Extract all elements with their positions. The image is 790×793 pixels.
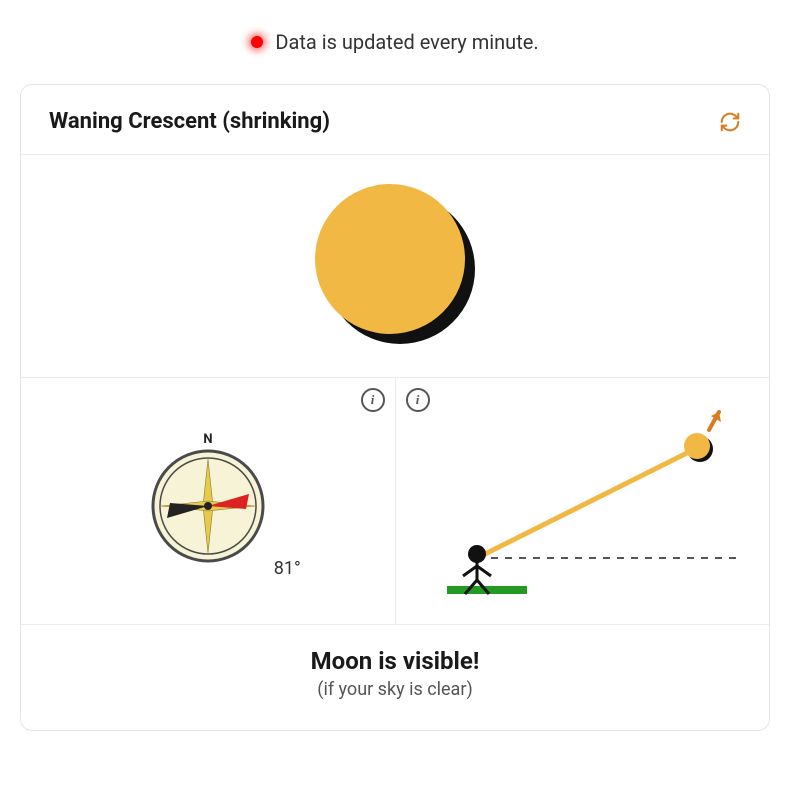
compass-panel: i N <box>21 378 396 624</box>
visibility-section: Moon is visible! (if your sky is clear) <box>21 624 769 730</box>
moon-card: Waning Crescent (shrinking) i <box>20 84 770 731</box>
compass-north-label: N <box>203 432 212 447</box>
moon-phase-title: Waning Crescent (shrinking) <box>49 109 330 134</box>
compass-icon: N 81° <box>143 431 273 575</box>
altitude-panel: i <box>396 378 770 624</box>
visibility-title: Moon is visible! <box>21 647 769 675</box>
info-icon[interactable]: i <box>406 388 430 412</box>
moon-phase-icon <box>305 179 485 349</box>
live-dot-icon <box>251 36 263 48</box>
update-notice-text: Data is updated every minute. <box>275 30 538 54</box>
altitude-diagram-icon <box>417 398 747 608</box>
visibility-subtitle: (if your sky is clear) <box>21 679 769 700</box>
card-header: Waning Crescent (shrinking) <box>21 85 769 154</box>
refresh-icon[interactable] <box>719 111 741 133</box>
position-row: i N <box>21 377 769 624</box>
update-notice: Data is updated every minute. <box>20 30 770 54</box>
compass-heading: 81° <box>274 558 301 579</box>
moon-phase-section <box>21 155 769 377</box>
info-icon[interactable]: i <box>361 388 385 412</box>
